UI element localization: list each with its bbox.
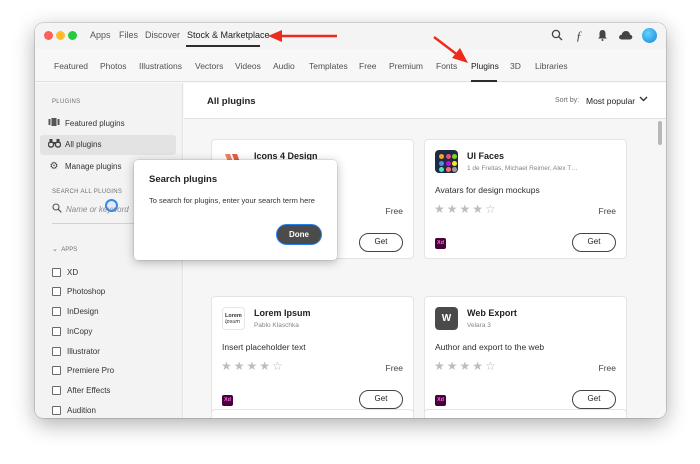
topnav-apps[interactable]: Apps xyxy=(90,30,111,40)
checkbox[interactable] xyxy=(52,307,61,316)
plugin-author: 1 de Freitas, Michael Reimer, Alex T… xyxy=(467,165,578,172)
rating-stars: ★★★★☆ xyxy=(434,359,498,373)
plugin-price: Free xyxy=(598,206,616,216)
sort-label: Sort by: xyxy=(555,97,580,104)
popover-title: Search plugins xyxy=(149,174,218,185)
get-button[interactable]: Get xyxy=(359,390,403,409)
get-button[interactable]: Get xyxy=(359,233,403,252)
plugin-author: Pablo Klaschka xyxy=(254,322,299,329)
category-featured[interactable]: Featured xyxy=(54,61,88,71)
category-3d[interactable]: 3D xyxy=(510,61,521,71)
category-photos[interactable]: Photos xyxy=(100,61,126,71)
category-fonts[interactable]: Fonts xyxy=(436,61,457,71)
search-icon xyxy=(52,203,62,216)
category-free[interactable]: Free xyxy=(359,61,376,71)
category-vectors[interactable]: Vectors xyxy=(195,61,223,71)
chevron-down-icon[interactable] xyxy=(639,94,648,104)
plugin-card-ui-faces[interactable]: UI Faces 1 de Freitas, Michael Reimer, A… xyxy=(424,139,627,259)
zoom-window-button[interactable] xyxy=(68,31,77,40)
topnav-active-indicator xyxy=(186,45,260,47)
get-button[interactable]: Get xyxy=(572,233,616,252)
checkbox[interactable] xyxy=(52,287,61,296)
avatar[interactable] xyxy=(642,28,657,43)
plugin-thumbnail: W xyxy=(435,307,458,330)
page-title: All plugins xyxy=(207,96,256,107)
category-audio[interactable]: Audio xyxy=(273,61,295,71)
search-plugins-popover: Search plugins To search for plugins, en… xyxy=(134,160,337,260)
category-libraries[interactable]: Libraries xyxy=(535,61,568,71)
plugin-thumbnail xyxy=(435,150,458,173)
plugin-card-partial[interactable] xyxy=(211,409,414,418)
fonts-icon[interactable]: ƒ xyxy=(572,29,586,43)
category-templates[interactable]: Templates xyxy=(309,61,348,71)
plugin-thumbnail: Lorem Ipsum xyxy=(222,307,245,330)
popover-body: To search for plugins, enter your search… xyxy=(149,196,315,205)
search-all-plugins-heading: SEARCH ALL PLUGINS xyxy=(52,189,123,195)
xd-app-badge: Xd xyxy=(435,238,446,249)
sidebar-item-label: All plugins xyxy=(65,140,102,149)
plugin-search-input[interactable]: Name or keyword xyxy=(66,205,129,214)
checkbox[interactable] xyxy=(52,406,61,415)
minimize-window-button[interactable] xyxy=(56,31,65,40)
sidebar-item-label: Manage plugins xyxy=(65,162,122,171)
plugin-description: Insert placeholder text xyxy=(222,342,306,352)
rating-stars: ★★★★☆ xyxy=(221,359,285,373)
sidebar-item-all-plugins[interactable]: All plugins xyxy=(40,135,176,155)
checkbox[interactable] xyxy=(52,268,61,277)
topnav-discover[interactable]: Discover xyxy=(145,30,180,40)
plugin-description: Avatars for design mockups xyxy=(435,185,540,195)
featured-icon xyxy=(47,117,61,132)
close-window-button[interactable] xyxy=(44,31,53,40)
apps-heading: ⌄ APPS xyxy=(52,246,78,253)
plugin-card-lorem-ipsum[interactable]: Lorem Ipsum Lorem Ipsum Pablo Klaschka I… xyxy=(211,296,414,416)
plugin-price: Free xyxy=(598,363,616,373)
checkbox[interactable] xyxy=(52,327,61,336)
checkbox[interactable] xyxy=(52,386,61,395)
search-icon[interactable] xyxy=(550,29,564,43)
topnav-files[interactable]: Files xyxy=(119,30,138,40)
plugin-price: Free xyxy=(385,363,403,373)
plugin-author: Velara 3 xyxy=(467,322,491,329)
done-button[interactable]: Done xyxy=(276,224,322,245)
checkbox[interactable] xyxy=(52,366,61,375)
plugin-card-partial[interactable] xyxy=(424,409,627,418)
gear-icon: ⚙ xyxy=(49,161,59,172)
xd-app-badge: Xd xyxy=(435,395,446,406)
category-bar: Featured Photos Illustrations Vectors Vi… xyxy=(35,49,666,82)
get-button[interactable]: Get xyxy=(572,390,616,409)
checkbox[interactable] xyxy=(52,347,61,356)
binoculars-icon xyxy=(47,138,61,153)
plugin-name: Lorem Ipsum xyxy=(254,308,311,318)
plugin-description: Author and export to the web xyxy=(435,342,545,352)
main-header: All plugins Sort by: Most popular xyxy=(184,83,666,119)
plugins-heading: PLUGINS xyxy=(52,99,81,105)
plugin-price: Free xyxy=(385,206,403,216)
title-bar: Apps Files Discover Stock & Marketplace … xyxy=(35,23,666,49)
main-scrollbar[interactable] xyxy=(658,121,662,145)
xd-app-badge: Xd xyxy=(222,395,233,406)
plugin-name: UI Faces xyxy=(467,151,505,161)
sort-dropdown[interactable]: Most popular xyxy=(586,96,635,106)
rating-stars: ★★★★☆ xyxy=(434,202,498,216)
category-plugins[interactable]: Plugins xyxy=(471,61,499,71)
sidebar-item-label: Featured plugins xyxy=(65,119,125,128)
sidebar-item-featured-plugins[interactable]: Featured plugins xyxy=(40,114,176,134)
plugin-name: Web Export xyxy=(467,308,517,318)
plugin-card-web-export[interactable]: W Web Export Velara 3 Author and export … xyxy=(424,296,627,416)
focus-cursor-indicator xyxy=(105,199,118,212)
cloud-icon[interactable] xyxy=(617,29,633,43)
category-active-indicator xyxy=(471,80,497,82)
topnav-stock-marketplace[interactable]: Stock & Marketplace xyxy=(187,30,270,40)
category-videos[interactable]: Videos xyxy=(235,61,261,71)
notification-bell-icon[interactable] xyxy=(595,29,609,43)
category-illustrations[interactable]: Illustrations xyxy=(139,61,182,71)
app-window: Apps Files Discover Stock & Marketplace … xyxy=(35,23,666,418)
category-premium[interactable]: Premium xyxy=(389,61,423,71)
